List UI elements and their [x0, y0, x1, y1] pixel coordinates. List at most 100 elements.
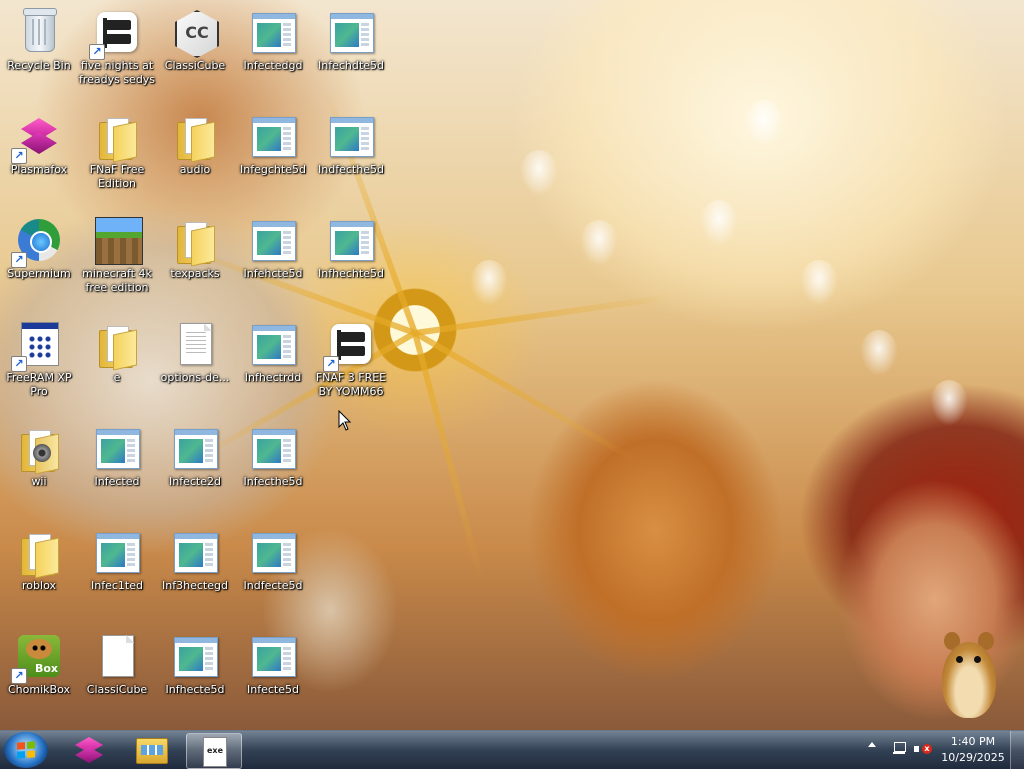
folder-icon	[93, 320, 141, 371]
desktop-icon-label: audio	[179, 163, 211, 176]
shortcut-arrow-icon: ↗	[89, 44, 105, 60]
taskbar-explorer-button[interactable]	[124, 733, 178, 767]
desktop-icon-label: Indfecte5d	[243, 579, 303, 592]
desktop-icon-label: five nights at freadys sedys	[78, 59, 156, 86]
desktop-icon[interactable]: Infecthe5d	[234, 418, 312, 518]
desktop-icon-label: Infecthe5d	[243, 475, 303, 488]
wallpaper-figure	[745, 100, 783, 146]
wallpaper-figure	[930, 380, 968, 426]
desktop-icon[interactable]: ↗ FNAF 3 FREE BY YOMM66	[312, 314, 390, 414]
desktop-icon-label: Supermium	[7, 267, 71, 280]
desktop-icon-label: Indfecthe5d	[318, 163, 384, 176]
desktop-icon-label: minecraft 4k free edition	[82, 267, 152, 294]
exe-window-icon	[327, 8, 375, 56]
blank-document-icon	[93, 632, 141, 680]
start-button[interactable]	[4, 732, 48, 768]
desktop-icon[interactable]: audio	[156, 106, 234, 206]
desktop-icon[interactable]: Indfecthe5d	[312, 106, 390, 206]
folder-icon	[93, 112, 141, 163]
clock-date: 10/29/2025	[941, 751, 1005, 764]
desktop-icon-label: Infhecte5d	[165, 683, 225, 696]
folder-icon	[15, 528, 63, 579]
wii-folder-icon	[15, 424, 63, 475]
desktop-icon-label: Infehcte5d	[243, 267, 303, 280]
desktop-icon[interactable]: roblox	[0, 522, 78, 622]
hamster-sticker	[936, 626, 1000, 722]
volume-muted-icon[interactable]: x	[914, 742, 932, 756]
clock[interactable]: 1:40 PM 10/29/2025	[938, 734, 1008, 766]
minecraft-icon	[93, 216, 143, 265]
desktop-icon[interactable]: wii	[0, 418, 78, 518]
desktop-icon[interactable]: texpacks	[156, 210, 234, 310]
desktop-icon[interactable]: Indfecte5d	[234, 522, 312, 622]
desktop-icon-label: Inf3hectegd	[162, 579, 228, 592]
desktop-icon[interactable]: Infec1ted	[78, 522, 156, 622]
desktop-icon[interactable]: CC ClassiCube	[156, 2, 234, 102]
desktop-icon[interactable]: options-de...	[156, 314, 234, 414]
desktop-icon-label: roblox	[22, 579, 56, 592]
desktop-icon[interactable]: Inf3hectegd	[156, 522, 234, 622]
desktop-icon[interactable]: Infectedgd	[234, 2, 312, 102]
desktop-icon[interactable]: Infecte5d	[234, 626, 312, 726]
exe-window-icon	[171, 632, 219, 680]
desktop-icon[interactable]: Recycle Bin	[0, 2, 78, 102]
desktop-icon[interactable]: Infehcte5d	[234, 210, 312, 310]
desktop-icon-label: Infec1ted	[91, 579, 143, 592]
desktop-icon-label: ChomikBox	[8, 683, 70, 696]
wallpaper-figure	[700, 200, 738, 246]
taskbar-document-button[interactable]: exe	[186, 733, 242, 769]
desktop-icon[interactable]: ↗ Plasmafox	[0, 106, 78, 206]
desktop-icon[interactable]: Infhechte5d	[312, 210, 390, 310]
exe-window-icon	[171, 528, 219, 576]
desktop-icon-label: Recycle Bin	[7, 59, 71, 72]
desktop-icon-label: options-de...	[160, 371, 230, 384]
show-desktop-button[interactable]	[1010, 731, 1024, 769]
windows-start-orb-icon	[17, 741, 35, 759]
desktop-icon[interactable]: FNaF Free Edition	[78, 106, 156, 206]
fnaf-flag-icon: ↗	[89, 8, 141, 60]
chevron-up-icon[interactable]	[868, 742, 876, 747]
desktop-icon-label: e	[113, 371, 121, 384]
classicube-icon: CC	[171, 8, 219, 58]
desktop-icon[interactable]: Infegchte5d	[234, 106, 312, 206]
desktop-icon[interactable]: ClassiCube	[78, 626, 156, 726]
desktop-icon[interactable]: ↗ Supermium	[0, 210, 78, 310]
desktop-icon[interactable]: Infected	[78, 418, 156, 518]
desktop-icon-label: Plasmafox	[10, 163, 68, 176]
desktop-wallpaper: Recycle Bin ↗ five nights at freadys sedys…	[0, 0, 1024, 730]
desktop-icon[interactable]: ↗ FreeRAM XP Pro	[0, 314, 78, 414]
folder-icon	[171, 216, 219, 267]
desktop-icon[interactable]: Infhectrdd	[234, 314, 312, 414]
exe-window-icon	[249, 216, 297, 264]
desktop-icon-label: texpacks	[170, 267, 220, 280]
desktop-icon[interactable]: Infhecte5d	[156, 626, 234, 726]
desktop-icon[interactable]: minecraft 4k free edition	[78, 210, 156, 310]
recycle-bin-icon	[15, 8, 63, 56]
supermium-icon: ↗	[11, 216, 63, 268]
plasmafox-icon: ↗	[11, 112, 63, 164]
freeram-icon: ↗	[11, 320, 63, 372]
desktop-icon[interactable]: Box ↗ ChomikBox	[0, 626, 78, 726]
desktop-icon-label: FreeRAM XP Pro	[6, 371, 72, 398]
clock-time: 1:40 PM	[950, 735, 996, 748]
desktop-icon-label: Infectedgd	[243, 59, 303, 72]
network-icon[interactable]	[892, 742, 906, 756]
desktop-icon[interactable]: e	[78, 314, 156, 414]
document-app-glyph: exe	[206, 746, 223, 755]
exe-window-icon	[327, 112, 375, 160]
exe-window-icon	[249, 424, 297, 472]
taskbar-plasmafox-button[interactable]	[62, 733, 116, 767]
fnaf-flag-icon: ↗	[323, 320, 375, 372]
desktop-icon-label: ClassiCube	[164, 59, 226, 72]
exe-window-icon	[249, 8, 297, 56]
desktop-icon-label: FNAF 3 FREE BY YOMM66	[315, 371, 387, 398]
volume-muted-glyph: x	[922, 744, 932, 754]
shortcut-arrow-icon: ↗	[11, 252, 27, 268]
taskbar: exe x 1:40 PM 10/29/2025	[0, 730, 1024, 769]
wallpaper-figure	[800, 260, 838, 306]
exe-window-icon	[249, 320, 297, 368]
desktop-icon[interactable]: Infecte2d	[156, 418, 234, 518]
shortcut-arrow-icon: ↗	[11, 148, 27, 164]
desktop-icon[interactable]: ↗ five nights at freadys sedys	[78, 2, 156, 102]
desktop-icon[interactable]: Infechdte5d	[312, 2, 390, 102]
